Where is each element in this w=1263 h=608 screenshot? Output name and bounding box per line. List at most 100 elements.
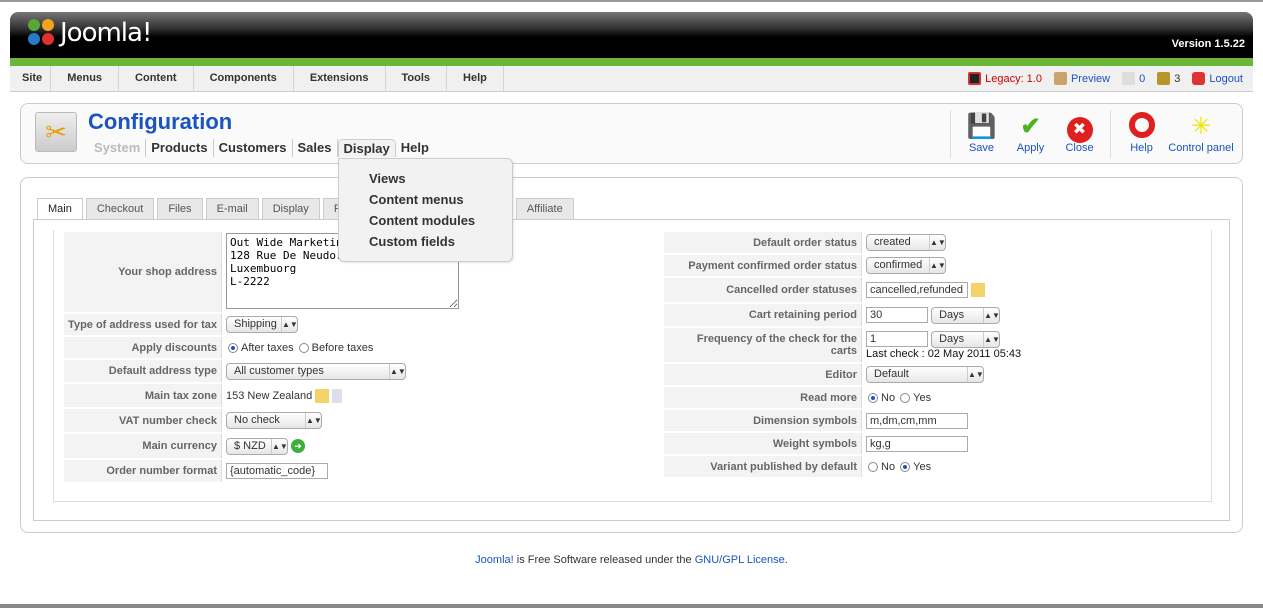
default-status-select[interactable]: created ▲▼ (866, 234, 946, 251)
license-link[interactable]: GNU/GPL License (695, 554, 785, 566)
submenu-sales[interactable]: Sales (293, 139, 338, 157)
tab-affiliate[interactable]: Affiliate (515, 198, 574, 219)
submenu-customers[interactable]: Customers (214, 139, 293, 157)
read-more-no-radio[interactable] (868, 392, 878, 403)
tab-display[interactable]: Display (261, 198, 320, 219)
label: Payment confirmed order status (664, 255, 862, 276)
save-label: Save (968, 142, 995, 154)
menu-menus[interactable]: Menus (51, 66, 120, 91)
submenu-help[interactable]: Help (396, 139, 434, 157)
select-arrows-icon: ▲▼ (389, 363, 406, 379)
read-more-yes-radio[interactable] (900, 392, 911, 403)
cancelled-statuses-input[interactable]: cancelled,refunded (866, 282, 968, 298)
menu-item-views[interactable]: Views (369, 170, 512, 191)
joomla-link[interactable]: Joomla! (475, 554, 514, 566)
close-button[interactable]: ✖ Close (1055, 110, 1104, 158)
refresh-arrow-icon[interactable]: ➜ (291, 439, 305, 453)
edit-icon[interactable] (315, 388, 330, 403)
label: Dimension symbols (664, 410, 862, 431)
row-dimension: Dimension symbols m,dm,cm,mm (664, 410, 1192, 431)
save-button[interactable]: 💾 Save (957, 110, 1006, 158)
logout-link[interactable]: Logout (1192, 72, 1243, 85)
menu-item-content-modules[interactable]: Content modules (369, 212, 512, 233)
cart-period-unit-select[interactable]: Days ▲▼ (931, 306, 1001, 324)
weight-symbols-input[interactable]: kg,g (866, 435, 968, 452)
dimension-symbols-input[interactable]: m,dm,cm,mm (866, 412, 968, 429)
users-icon (1157, 72, 1171, 85)
row-read-more: Read more No Yes (664, 387, 1192, 408)
radio-label: Yes (913, 460, 932, 473)
control-panel-label: Control panel (1168, 142, 1234, 154)
order-format-input[interactable]: {automatic_code} (226, 463, 328, 479)
frequency-unit-select[interactable]: Days ▲▼ (931, 330, 1001, 348)
row-cancelled: Cancelled order statuses cancelled,refund… (664, 278, 1192, 302)
currency-select[interactable]: $ NZD ▲▼ (226, 437, 288, 455)
messages-link[interactable]: 0 (1122, 72, 1145, 85)
row-tax-address: Type of address used for tax Shipping ▲▼ (64, 314, 472, 335)
control-panel-button[interactable]: ✳ Control panel (1166, 110, 1236, 158)
label: Order number format (64, 460, 222, 482)
tax-address-select[interactable]: Shipping ▲▼ (226, 316, 298, 333)
value: Default (874, 368, 909, 380)
select-arrows-icon: ▲▼ (929, 258, 946, 273)
menu-tools[interactable]: Tools (386, 66, 448, 91)
radio-label: No (881, 460, 896, 473)
submenu-display[interactable]: Display (337, 139, 396, 157)
radio-label: Yes (913, 391, 932, 404)
menu-item-content-menus[interactable]: Content menus (369, 191, 512, 212)
radio-label: After taxes (241, 341, 294, 354)
row-tax-zone: Main tax zone 153 New Zealand (64, 384, 472, 407)
tab-email[interactable]: E-mail (205, 198, 259, 219)
preview-link[interactable]: Preview (1053, 72, 1110, 85)
lifebuoy-icon (1117, 112, 1166, 142)
joomla-logo-icon (28, 19, 56, 47)
status-bar: Legacy: 1.0 Preview 0 3 Logout (968, 66, 1243, 91)
envelope-icon (1122, 72, 1136, 85)
editor-select[interactable]: Default ▲▼ (866, 366, 984, 383)
edit-icon[interactable] (971, 283, 985, 297)
radio-label: Before taxes (311, 341, 374, 354)
label: Variant published by default (664, 456, 862, 477)
variant-yes-radio[interactable] (900, 461, 911, 472)
apply-button[interactable]: ✔ Apply (1006, 110, 1055, 158)
tab-checkout[interactable]: Checkout (85, 198, 155, 219)
value: No check (234, 414, 280, 426)
menu-components[interactable]: Components (194, 66, 294, 91)
row-confirmed-status: Payment confirmed order status confirmed ▲… (664, 255, 1192, 276)
help-button[interactable]: Help (1117, 110, 1166, 158)
confirmed-status-select[interactable]: confirmed ▲▼ (866, 257, 946, 274)
menu-site[interactable]: Site (10, 66, 52, 91)
value: All customer types (234, 364, 324, 377)
variant-no-radio[interactable] (868, 461, 878, 472)
label: Read more (664, 387, 862, 408)
row-default-address: Default address type All customer types ▲▼ (64, 360, 472, 382)
radio-label: No (881, 391, 896, 404)
row-editor: Editor Default ▲▼ (664, 364, 1192, 385)
submenu-products[interactable]: Products (146, 139, 214, 157)
control-panel-icon: ✳ (1190, 113, 1212, 140)
label: Main currency (64, 434, 222, 458)
tab-files[interactable]: Files (157, 198, 203, 219)
footer: Joomla! is Free Software released under … (0, 554, 1263, 566)
vat-check-select[interactable]: No check ▲▼ (226, 412, 322, 429)
menu-extensions[interactable]: Extensions (294, 66, 386, 91)
menu-content[interactable]: Content (119, 66, 194, 91)
delete-icon[interactable] (332, 388, 343, 403)
floppy-icon: 💾 (966, 113, 997, 140)
select-arrows-icon: ▲▼ (305, 413, 322, 428)
legacy-status[interactable]: Legacy: 1.0 (968, 72, 1042, 85)
version-label: Version 1.5.22 (1171, 38, 1245, 50)
before-taxes-radio[interactable] (298, 342, 309, 353)
cart-period-input[interactable]: 30 (866, 307, 928, 323)
after-taxes-radio[interactable] (228, 342, 238, 353)
menu-help[interactable]: Help (447, 66, 504, 91)
close-label: Close (1065, 142, 1094, 154)
tab-main[interactable]: Main (37, 198, 83, 220)
toolbar-buttons: 💾 Save ✔ Apply ✖ Close Help ✳ Control panel (944, 110, 1236, 158)
menu-item-custom-fields[interactable]: Custom fields (369, 233, 512, 254)
logout-icon (1192, 72, 1206, 85)
display-dropdown-menu: Views Content menus Content modules Cust… (338, 158, 513, 262)
frequency-input[interactable]: 1 (866, 331, 928, 347)
default-address-select[interactable]: All customer types ▲▼ (226, 362, 406, 380)
select-arrows-icon: ▲▼ (983, 331, 1000, 347)
